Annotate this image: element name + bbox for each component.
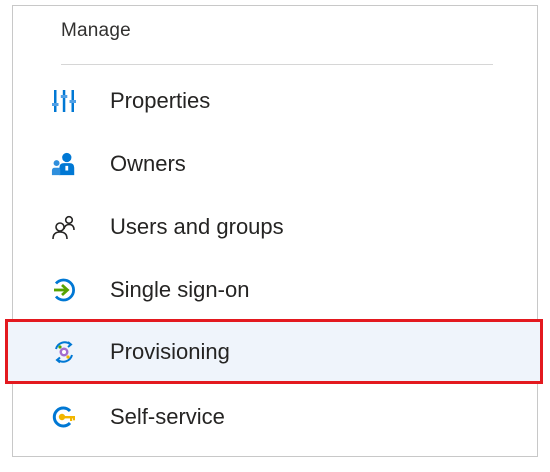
manage-menu-panel: Manage Properties Owners Users and group… — [5, 5, 543, 457]
properties-icon — [51, 88, 77, 114]
provisioning-icon — [51, 339, 77, 365]
menu-item-single-sign-on[interactable]: Single sign-on — [13, 259, 537, 321]
menu-item-label: Single sign-on — [110, 277, 250, 302]
section-header: Manage — [61, 20, 131, 41]
menu-item-label: Self-service — [110, 404, 225, 429]
divider — [61, 64, 493, 65]
menu-item-label: Owners — [110, 151, 186, 176]
users-and-groups-icon — [51, 214, 77, 240]
single-sign-on-icon — [51, 277, 77, 303]
menu-item-label: Users and groups — [110, 214, 284, 239]
self-service-icon — [51, 404, 77, 430]
menu-item-owners[interactable]: Owners — [13, 133, 537, 195]
menu-item-provisioning[interactable]: Provisioning — [5, 319, 543, 384]
menu-item-label: Properties — [110, 88, 211, 113]
owners-icon — [51, 151, 77, 177]
menu-item-properties[interactable]: Properties — [13, 70, 537, 132]
menu-item-label: Provisioning — [110, 338, 230, 364]
menu-item-users-and-groups[interactable]: Users and groups — [13, 196, 537, 258]
menu-item-self-service[interactable]: Self-service — [13, 386, 537, 448]
